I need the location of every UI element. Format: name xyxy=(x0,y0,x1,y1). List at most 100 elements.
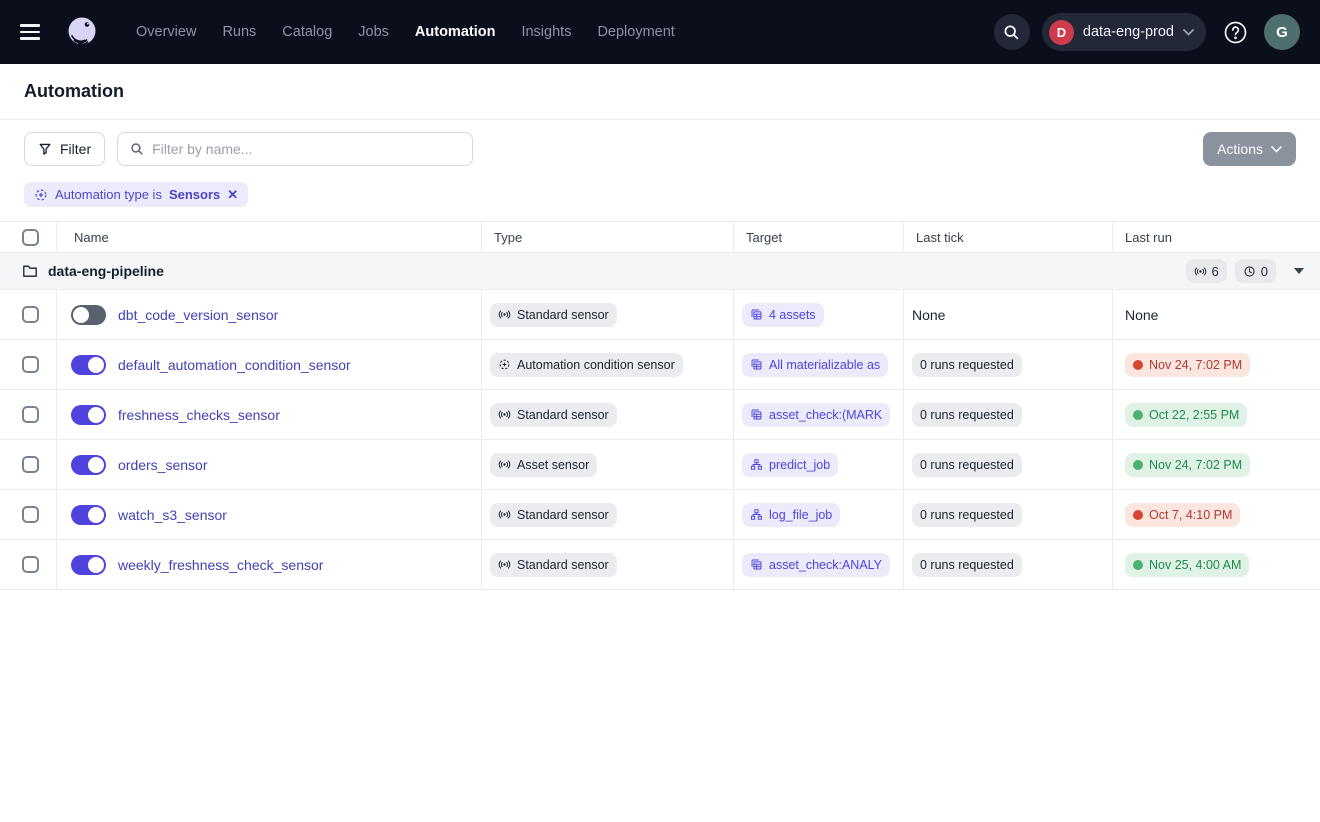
last-run-badge[interactable]: Nov 24, 7:02 PM xyxy=(1125,353,1250,377)
sensor-name-link[interactable]: dbt_code_version_sensor xyxy=(118,307,278,323)
row-checkbox[interactable] xyxy=(22,556,39,573)
nav-items: OverviewRunsCatalogJobsAutomationInsight… xyxy=(126,16,685,48)
nav-item-automation[interactable]: Automation xyxy=(405,16,506,48)
nav-item-deployment[interactable]: Deployment xyxy=(587,16,684,48)
deployment-badge: D xyxy=(1049,20,1074,45)
sensor-toggle[interactable] xyxy=(71,555,106,575)
help-icon[interactable] xyxy=(1218,15,1252,49)
collapse-group-icon[interactable] xyxy=(1294,268,1304,274)
last-run-cell: Nov 24, 7:02 PM xyxy=(1112,340,1320,389)
type-cell: Standard sensor xyxy=(481,290,733,339)
target-link-badge[interactable]: asset_check:ANALY xyxy=(742,553,890,577)
filter-chip-automation-type[interactable]: Automation type is Sensors ✕ xyxy=(24,182,248,207)
last-tick-value: None xyxy=(912,307,945,323)
filter-button-label: Filter xyxy=(60,141,91,157)
last-tick-badge: 0 runs requested xyxy=(912,353,1022,377)
target-link-badge[interactable]: asset_check:(MARK xyxy=(742,403,890,427)
folder-icon xyxy=(22,263,38,279)
menu-icon[interactable] xyxy=(20,19,46,45)
sensor-icon xyxy=(1194,265,1207,278)
last-run-badge[interactable]: Nov 25, 4:00 AM xyxy=(1125,553,1249,577)
last-run-badge[interactable]: Nov 24, 7:02 PM xyxy=(1125,453,1250,477)
sensor-name-link[interactable]: weekly_freshness_check_sensor xyxy=(118,557,323,573)
name-cell: watch_s3_sensor xyxy=(56,490,481,539)
column-header-type: Type xyxy=(481,222,733,252)
sensor-toggle[interactable] xyxy=(71,305,106,325)
type-badge: Standard sensor xyxy=(490,553,617,577)
deployment-switcher[interactable]: D data-eng-prod xyxy=(1042,13,1206,51)
sensor-count: 6 xyxy=(1212,264,1219,279)
last-tick-badge: 0 runs requested xyxy=(912,553,1022,577)
name-filter-input[interactable] xyxy=(152,141,460,157)
filter-chip-value: Sensors xyxy=(169,187,220,202)
sensor-count-badge: 6 xyxy=(1186,259,1227,283)
target-cell: asset_check:ANALY xyxy=(733,540,903,589)
nav-item-insights[interactable]: Insights xyxy=(511,16,581,48)
last-tick-cell: None xyxy=(903,290,1112,339)
row-checkbox[interactable] xyxy=(22,356,39,373)
dagster-logo-icon[interactable] xyxy=(62,12,102,52)
type-badge: Asset sensor xyxy=(490,453,597,477)
sensor-toggle[interactable] xyxy=(71,405,106,425)
nav-item-overview[interactable]: Overview xyxy=(126,16,206,48)
filter-button[interactable]: Filter xyxy=(24,132,105,166)
asset-icon xyxy=(750,408,763,421)
last-run-value: None xyxy=(1125,307,1158,323)
last-run-cell: Nov 24, 7:02 PM xyxy=(1112,440,1320,489)
last-run-badge[interactable]: Oct 22, 2:55 PM xyxy=(1125,403,1247,427)
sensor-toggle[interactable] xyxy=(71,455,106,475)
last-run-cell: Oct 22, 2:55 PM xyxy=(1112,390,1320,439)
sensor-toggle[interactable] xyxy=(71,505,106,525)
sensor-name-link[interactable]: default_automation_condition_sensor xyxy=(118,357,351,373)
table-row: freshness_checks_sensor Standard sensor as… xyxy=(0,390,1320,440)
table-header: Name Type Target Last tick Last run xyxy=(0,222,1320,253)
job-icon xyxy=(750,458,763,471)
nav-item-catalog[interactable]: Catalog xyxy=(272,16,342,48)
column-header-name: Name xyxy=(56,222,481,252)
row-checkbox[interactable] xyxy=(22,506,39,523)
group-row[interactable]: data-eng-pipeline 6 0 xyxy=(0,253,1320,290)
nav-item-jobs[interactable]: Jobs xyxy=(348,16,399,48)
row-checkbox[interactable] xyxy=(22,306,39,323)
type-badge: Automation condition sensor xyxy=(490,353,683,377)
search-box xyxy=(117,132,473,166)
sensor-name-link[interactable]: orders_sensor xyxy=(118,457,208,473)
avatar[interactable]: G xyxy=(1264,14,1300,50)
nav-item-runs[interactable]: Runs xyxy=(212,16,266,48)
type-badge: Standard sensor xyxy=(490,403,617,427)
schedule-count-badge: 0 xyxy=(1235,259,1276,283)
sensor-name-link[interactable]: freshness_checks_sensor xyxy=(118,407,280,423)
actions-button[interactable]: Actions xyxy=(1203,132,1296,166)
last-run-badge[interactable]: Oct 7, 4:10 PM xyxy=(1125,503,1240,527)
job-icon xyxy=(750,508,763,521)
chevron-down-icon xyxy=(1271,146,1282,153)
row-checkbox-cell xyxy=(0,440,56,489)
remove-filter-icon[interactable]: ✕ xyxy=(227,188,238,201)
sensor-name-link[interactable]: watch_s3_sensor xyxy=(118,507,227,523)
funnel-icon xyxy=(38,142,52,156)
type-cell: Asset sensor xyxy=(481,440,733,489)
title-bar: Automation xyxy=(0,64,1320,120)
select-all-checkbox[interactable] xyxy=(22,229,39,246)
asset-icon xyxy=(750,558,763,571)
row-checkbox[interactable] xyxy=(22,456,39,473)
search-icon[interactable] xyxy=(994,14,1030,50)
sensor-icon xyxy=(498,508,511,521)
automation-condition-icon xyxy=(498,358,511,371)
last-tick-badge: 0 runs requested xyxy=(912,503,1022,527)
name-cell: default_automation_condition_sensor xyxy=(56,340,481,389)
target-link-badge[interactable]: log_file_job xyxy=(742,503,840,527)
active-filters-row: Automation type is Sensors ✕ xyxy=(0,178,1320,222)
target-cell: 4 assets xyxy=(733,290,903,339)
target-link-badge[interactable]: All materializable as xyxy=(742,353,888,377)
run-status-dot xyxy=(1133,410,1143,420)
chevron-down-icon xyxy=(1183,29,1194,36)
run-status-dot xyxy=(1133,510,1143,520)
type-badge: Standard sensor xyxy=(490,303,617,327)
last-tick-badge: 0 runs requested xyxy=(912,403,1022,427)
sensor-icon xyxy=(498,308,511,321)
target-link-badge[interactable]: 4 assets xyxy=(742,303,824,327)
target-link-badge[interactable]: predict_job xyxy=(742,453,838,477)
row-checkbox[interactable] xyxy=(22,406,39,423)
sensor-toggle[interactable] xyxy=(71,355,106,375)
